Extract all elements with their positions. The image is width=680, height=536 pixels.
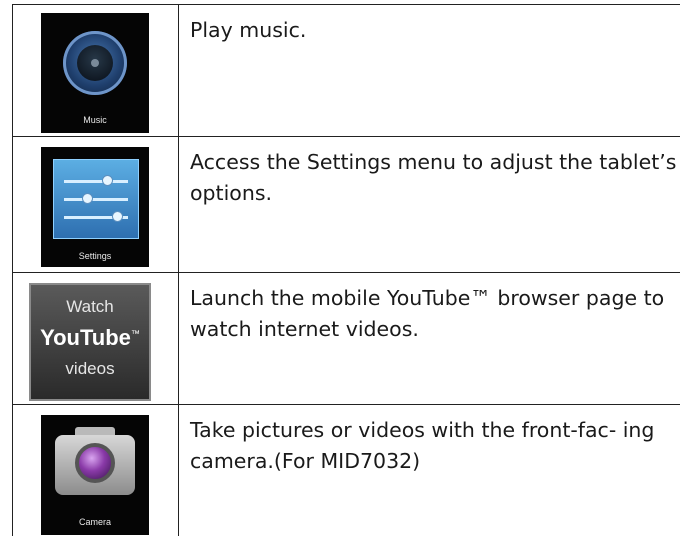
icon-label: Camera [78, 517, 111, 527]
icon-label-videos: videos [65, 359, 115, 378]
camera-icon [55, 435, 135, 495]
icon-cell: Music [12, 5, 179, 137]
table-row-youtube: Watch YouTube™ videos Launch the mobile … [12, 272, 680, 405]
icon-cell: Watch YouTube™ videos [12, 273, 179, 405]
sliders-icon [53, 159, 139, 239]
table-row-settings: Settings Access the Settings menu to adj… [12, 136, 680, 273]
icon-cell: Settings [12, 137, 179, 273]
row-description: Access the Settings menu to adjust the t… [190, 150, 677, 205]
speaker-icon [63, 31, 127, 95]
settings-app-icon: Settings [41, 147, 149, 267]
icon-cell: Camera [12, 405, 179, 536]
youtube-app-icon: Watch YouTube™ videos [29, 283, 151, 401]
row-description: Launch the mobile YouTube™ browser page … [190, 286, 665, 341]
row-description: Play music. [190, 18, 307, 42]
icon-label: Music [83, 115, 107, 125]
music-app-icon: Music [41, 13, 149, 133]
table-row-music: Music Play music. [12, 4, 680, 137]
youtube-logo-text: YouTube™ [40, 325, 140, 350]
icon-label: Settings [78, 251, 112, 261]
icon-label-watch: Watch [66, 297, 114, 316]
table-row-camera: Camera Take pictures or videos with the … [12, 404, 680, 536]
row-description: Take pictures or videos with the front-f… [190, 418, 655, 473]
camera-app-icon: Camera [41, 415, 149, 535]
